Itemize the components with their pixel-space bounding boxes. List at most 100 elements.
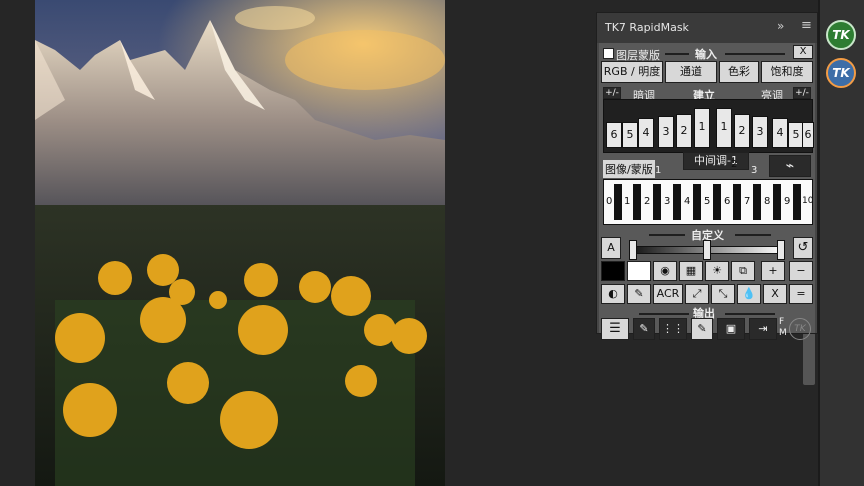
plus-button[interactable]: +: [761, 261, 785, 281]
fm-label-m: M: [779, 328, 787, 338]
brush-icon[interactable]: ✎: [627, 284, 651, 304]
zone-bar[interactable]: [673, 184, 681, 220]
close-button[interactable]: X: [793, 45, 813, 59]
divider: [665, 53, 689, 55]
zone-bar[interactable]: [633, 184, 641, 220]
dark-adjust-button[interactable]: +/-: [603, 87, 621, 99]
midtone-num-right: 3: [751, 165, 758, 176]
panel-title: TK7 RapidMask: [605, 21, 689, 34]
crop-icon[interactable]: ⋮⋮: [659, 318, 687, 340]
sun-icon[interactable]: ☀: [705, 261, 729, 281]
midtone-small-left: 1: [655, 165, 662, 176]
zone-bar[interactable]: [793, 184, 801, 220]
zone-number: 4: [684, 196, 691, 207]
zone-number: 1: [624, 196, 631, 207]
divider: [649, 234, 685, 236]
tk-logo-icon: TK: [789, 318, 811, 340]
menu-icon[interactable]: ☰: [601, 318, 629, 340]
dock-btn-2-label: TK: [832, 66, 850, 80]
rgb-luminosity-button[interactable]: RGB / 明度: [601, 61, 663, 83]
dock-btn-1-label: TK: [832, 28, 850, 42]
zone-number: 0: [606, 196, 613, 207]
dark-zone-key[interactable]: 1: [694, 108, 710, 148]
light-zone-key[interactable]: 3: [752, 116, 768, 148]
grid-icon[interactable]: ▦: [679, 261, 703, 281]
light-adjust-button[interactable]: +/-: [793, 87, 811, 99]
zone-number: 5: [704, 196, 711, 207]
panel-body: 图层蒙版 输入 X RGB / 明度 通道 色彩 饱和度 +/- 暗调 建立 亮…: [599, 43, 815, 340]
zone-number: 10: [802, 196, 814, 206]
zone-selector: 6 5 4 3 2 1 1 2 3 4 5 6: [603, 99, 814, 153]
fm-label-f: F: [779, 317, 785, 327]
minus-button[interactable]: −: [789, 261, 813, 281]
layer-mask-checkbox[interactable]: [603, 48, 614, 59]
divider: [725, 313, 775, 315]
panel-menu-icon[interactable]: ≡: [801, 18, 812, 33]
clear-button[interactable]: X: [763, 284, 787, 304]
slider-knob-left[interactable]: [629, 240, 637, 260]
dark-zone-key[interactable]: 5: [622, 122, 638, 148]
zone-number: 2: [644, 196, 651, 207]
black-swatch-button[interactable]: [601, 261, 625, 281]
midtone-num-left: 2: [731, 159, 738, 170]
divider: [639, 313, 689, 315]
input-section-label: 输入: [695, 48, 717, 61]
expand-icon[interactable]: »: [777, 19, 784, 33]
zone-bar[interactable]: [733, 184, 741, 220]
acr-button[interactable]: ACR: [653, 284, 683, 304]
image-icon[interactable]: ⧉: [731, 261, 755, 281]
brush-black-icon[interactable]: ✎: [691, 318, 713, 340]
midtone-button[interactable]: 中间调-1: [683, 152, 749, 170]
brush-white-icon[interactable]: ✎: [633, 318, 655, 340]
dark-zone-key[interactable]: 4: [638, 118, 654, 148]
rapidmask-panel: TK7 RapidMask » ≡ 图层蒙版 输入 X RGB / 明度 通道 …: [596, 12, 818, 340]
light-zone-key[interactable]: 6: [802, 122, 814, 148]
zone-number: 9: [784, 196, 791, 207]
equals-button[interactable]: =: [789, 284, 813, 304]
reset-icon[interactable]: ↺: [793, 237, 813, 259]
dark-zone-key[interactable]: 2: [676, 114, 692, 148]
slider-knob-mid[interactable]: [703, 240, 711, 260]
zone-bar[interactable]: [773, 184, 781, 220]
expand-icon[interactable]: ⤢: [685, 284, 709, 304]
landscape-photo: [35, 0, 445, 486]
zone-number: 8: [764, 196, 771, 207]
zone-bar[interactable]: [713, 184, 721, 220]
zone-bar[interactable]: [614, 184, 622, 220]
image-mask-label[interactable]: 图像/蒙版: [603, 160, 655, 178]
eyedropper-icon[interactable]: ⌁: [769, 155, 811, 177]
drop-icon[interactable]: 💧: [737, 284, 761, 304]
circle-icon[interactable]: ◉: [653, 261, 677, 281]
slider-knob-right[interactable]: [777, 240, 785, 260]
tk7-green-icon[interactable]: TK: [826, 20, 856, 50]
photo-canvas[interactable]: [35, 0, 445, 486]
light-zone-key[interactable]: 4: [772, 118, 788, 148]
save-icon[interactable]: ▣: [717, 318, 745, 340]
zone-bar[interactable]: [693, 184, 701, 220]
export-icon[interactable]: ⇥: [749, 318, 777, 340]
light-zone-key[interactable]: 2: [734, 114, 750, 148]
contrast-icon[interactable]: ◐: [601, 284, 625, 304]
dark-zone-key[interactable]: 3: [658, 116, 674, 148]
right-dock: TK TK: [820, 0, 864, 486]
auto-button[interactable]: A: [601, 237, 621, 259]
zone-number: 6: [724, 196, 731, 207]
zone-bar[interactable]: [753, 184, 761, 220]
color-button[interactable]: 色彩: [719, 61, 759, 83]
channel-button[interactable]: 通道: [665, 61, 717, 83]
app-window: TK TK TK7 RapidMask » ≡ 图层蒙版 输入 X RGB / …: [0, 0, 864, 486]
divider: [735, 234, 771, 236]
tk7-blue-icon[interactable]: TK: [826, 58, 856, 88]
panel-scrollbar[interactable]: [803, 333, 815, 385]
divider: [725, 53, 785, 55]
zone-number: 7: [744, 196, 751, 207]
zone-number: 3: [664, 196, 671, 207]
panel-titlebar[interactable]: TK7 RapidMask » ≡: [597, 13, 817, 43]
saturation-button[interactable]: 饱和度: [761, 61, 813, 83]
zone-strip[interactable]: 0 1 2 3 4 5 6 7 8 9 10: [603, 179, 813, 225]
contract-icon[interactable]: ⤡: [711, 284, 735, 304]
dark-zone-key[interactable]: 6: [606, 122, 622, 148]
zone-bar[interactable]: [653, 184, 661, 220]
light-zone-key[interactable]: 1: [716, 108, 732, 148]
white-swatch-button[interactable]: [627, 261, 651, 281]
